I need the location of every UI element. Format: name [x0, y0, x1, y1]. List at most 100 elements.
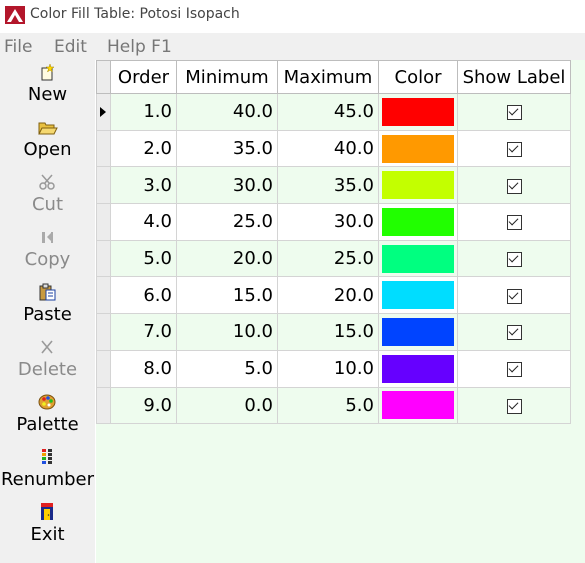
maximum-cell[interactable]: 10.0	[277, 349, 379, 388]
row-selector[interactable]	[96, 203, 111, 241]
open-button[interactable]: Open	[0, 115, 95, 170]
color-swatch[interactable]	[382, 354, 454, 383]
show-label-cell[interactable]	[457, 166, 571, 205]
show-label-cell[interactable]	[457, 313, 571, 351]
row-selector[interactable]	[96, 313, 111, 351]
color-swatch[interactable]	[382, 244, 454, 273]
copy-button[interactable]: Copy	[0, 225, 95, 280]
show-label-checkbox[interactable]	[506, 215, 522, 231]
minimum-cell[interactable]: 10.0	[176, 313, 278, 351]
menu-file[interactable]: File	[4, 37, 32, 57]
minimum-cell[interactable]: 30.0	[176, 166, 278, 205]
maximum-cell[interactable]: 20.0	[277, 276, 379, 315]
cut-button[interactable]: Cut	[0, 170, 95, 225]
order-cell[interactable]: 5.0	[110, 239, 177, 278]
table-row[interactable]: 1.0 40.0 45.0	[96, 93, 571, 131]
show-label-cell[interactable]	[457, 129, 571, 168]
color-swatch[interactable]	[382, 171, 454, 200]
table-row[interactable]: 6.0 15.0 20.0	[96, 276, 571, 315]
color-swatch[interactable]	[382, 97, 454, 126]
renumber-button[interactable]: Renumber	[0, 445, 95, 500]
row-selector[interactable]	[96, 129, 111, 168]
maximum-cell[interactable]: 30.0	[277, 203, 379, 241]
show-label-cell[interactable]	[457, 93, 571, 131]
exit-button[interactable]: Exit	[0, 500, 95, 555]
show-label-checkbox[interactable]	[506, 252, 522, 268]
row-selector[interactable]	[96, 386, 111, 425]
color-swatch[interactable]	[382, 281, 454, 310]
maximum-cell[interactable]: 5.0	[277, 386, 379, 425]
show-label-checkbox[interactable]	[506, 362, 522, 378]
minimum-cell[interactable]: 5.0	[176, 349, 278, 388]
show-label-checkbox[interactable]	[506, 398, 522, 414]
table-row[interactable]: 3.0 30.0 35.0	[96, 166, 571, 205]
delete-button[interactable]: Delete	[0, 335, 95, 390]
maximum-cell[interactable]: 45.0	[277, 93, 379, 131]
table-row[interactable]: 5.0 20.0 25.0	[96, 239, 571, 278]
table-row[interactable]: 4.0 25.0 30.0	[96, 203, 571, 241]
col-color-header[interactable]: Color	[378, 60, 458, 94]
color-cell[interactable]	[378, 276, 458, 315]
color-swatch[interactable]	[382, 391, 454, 420]
order-cell[interactable]: 3.0	[110, 166, 177, 205]
row-selector[interactable]	[96, 276, 111, 315]
paste-button[interactable]: Paste	[0, 280, 95, 335]
show-label-checkbox[interactable]	[506, 325, 522, 341]
row-selector[interactable]	[96, 93, 111, 131]
show-label-cell[interactable]	[457, 276, 571, 315]
color-fill-table: Order Minimum Maximum Color Show Label 1…	[96, 60, 571, 425]
color-swatch[interactable]	[382, 134, 454, 163]
menu-help[interactable]: Help F1	[107, 37, 172, 57]
table-row[interactable]: 2.0 35.0 40.0	[96, 129, 571, 168]
color-cell[interactable]	[378, 313, 458, 351]
col-show-label-header[interactable]: Show Label	[457, 60, 571, 94]
show-label-cell[interactable]	[457, 239, 571, 278]
order-cell[interactable]: 7.0	[110, 313, 177, 351]
maximum-cell[interactable]: 35.0	[277, 166, 379, 205]
minimum-cell[interactable]: 35.0	[176, 129, 278, 168]
order-cell[interactable]: 4.0	[110, 203, 177, 241]
show-label-checkbox[interactable]	[506, 178, 522, 194]
color-cell[interactable]	[378, 93, 458, 131]
minimum-cell[interactable]: 20.0	[176, 239, 278, 278]
table-row[interactable]: 8.0 5.0 10.0	[96, 349, 571, 388]
col-maximum-header[interactable]: Maximum	[277, 60, 379, 94]
show-label-checkbox[interactable]	[506, 142, 522, 158]
show-label-cell[interactable]	[457, 203, 571, 241]
color-cell[interactable]	[378, 129, 458, 168]
order-cell[interactable]: 2.0	[110, 129, 177, 168]
order-cell[interactable]: 6.0	[110, 276, 177, 315]
show-label-checkbox[interactable]	[506, 288, 522, 304]
new-button[interactable]: New	[0, 60, 95, 115]
table-row[interactable]: 7.0 10.0 15.0	[96, 313, 571, 351]
minimum-cell[interactable]: 0.0	[176, 386, 278, 425]
order-cell[interactable]: 8.0	[110, 349, 177, 388]
order-cell[interactable]: 1.0	[110, 93, 177, 131]
minimum-cell[interactable]: 40.0	[176, 93, 278, 131]
maximum-cell[interactable]: 15.0	[277, 313, 379, 351]
menu-edit[interactable]: Edit	[54, 37, 87, 57]
minimum-cell[interactable]: 25.0	[176, 203, 278, 241]
col-minimum-header[interactable]: Minimum	[176, 60, 278, 94]
row-selector[interactable]	[96, 349, 111, 388]
color-swatch[interactable]	[382, 317, 454, 346]
order-cell[interactable]: 9.0	[110, 386, 177, 425]
color-cell[interactable]	[378, 386, 458, 425]
row-selector[interactable]	[96, 166, 111, 205]
show-label-checkbox[interactable]	[506, 105, 522, 121]
maximum-cell[interactable]: 25.0	[277, 239, 379, 278]
color-cell[interactable]	[378, 166, 458, 205]
color-cell[interactable]	[378, 203, 458, 241]
row-selector[interactable]	[96, 239, 111, 278]
maximum-cell[interactable]: 40.0	[277, 129, 379, 168]
color-cell[interactable]	[378, 349, 458, 388]
show-label-cell[interactable]	[457, 349, 571, 388]
color-cell[interactable]	[378, 239, 458, 278]
minimum-cell[interactable]: 15.0	[176, 276, 278, 315]
color-swatch[interactable]	[382, 207, 454, 236]
table-row[interactable]: 9.0 0.0 5.0	[96, 386, 571, 425]
col-order-header[interactable]: Order	[110, 60, 177, 94]
palette-label: Palette	[16, 414, 79, 435]
show-label-cell[interactable]	[457, 386, 571, 425]
palette-button[interactable]: Palette	[0, 390, 95, 445]
